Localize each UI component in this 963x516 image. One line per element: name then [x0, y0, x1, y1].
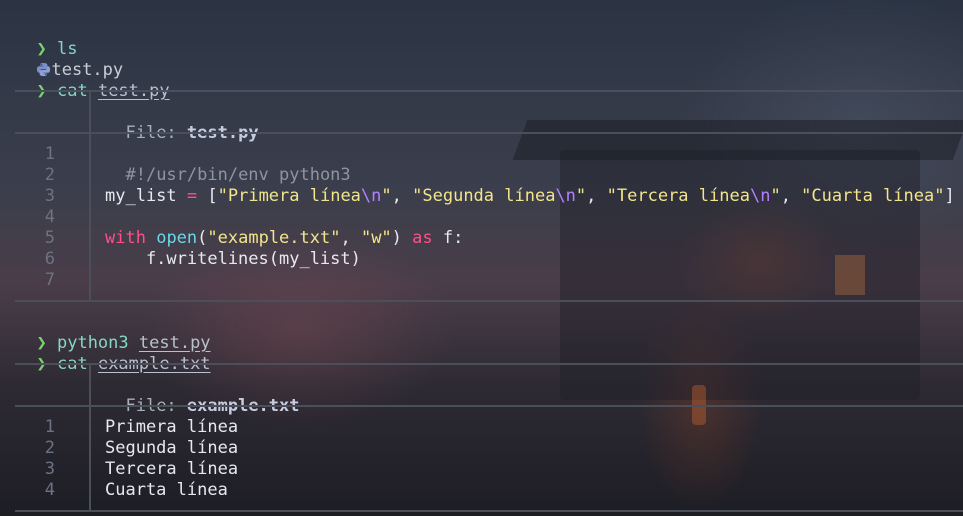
- code-token: [: [197, 186, 218, 206]
- line-number: 7: [44, 270, 55, 290]
- string-token: "Segunda línea: [412, 186, 556, 206]
- string-token: "w": [360, 228, 392, 248]
- command-line-cat-example: ❯ cat example.txt: [16, 333, 210, 374]
- command-line-python3: ❯ python3 test.py: [16, 312, 210, 353]
- code-line-shebang: #!/usr/bin/env python3: [105, 144, 350, 185]
- string-token: ": [381, 186, 392, 206]
- string-token: "Primera línea: [217, 186, 361, 206]
- line-number: 3: [44, 186, 55, 206]
- viewer2-header: File: example.txt: [105, 375, 299, 416]
- viewer2-gutter-divider: [89, 407, 91, 510]
- background-lit-window: [835, 255, 865, 295]
- viewer1-header-rule: [15, 132, 963, 134]
- line-number: 1: [44, 417, 55, 437]
- code-line-writelines: f.writelines(my_list): [105, 249, 361, 270]
- line-number: 6: [44, 249, 55, 269]
- viewer1-header: File: test.py: [105, 102, 258, 143]
- code-token: f.writelines(my_list): [105, 249, 361, 269]
- command-line-ls: ❯ ls: [16, 18, 77, 59]
- file-content-line: Tercera línea: [105, 459, 239, 479]
- line-number: 4: [44, 207, 55, 227]
- string-token: "Cuarta línea": [801, 186, 945, 206]
- code-token: =: [186, 186, 198, 206]
- ls-output-line: test.py: [16, 39, 123, 80]
- viewer1-bottom-rule: [15, 300, 963, 302]
- viewer2-bottom-rule: [15, 510, 963, 512]
- viewer1-gutter-divider: [89, 134, 91, 300]
- builtin-token: open: [156, 228, 198, 248]
- line-number: 2: [44, 438, 55, 458]
- code-token: my_list: [105, 186, 187, 206]
- viewer1-top-rule: [15, 90, 963, 92]
- code-token: ,: [391, 186, 413, 206]
- code-token: ,: [586, 186, 607, 206]
- code-token: (: [197, 228, 208, 248]
- string-token: ": [575, 186, 587, 206]
- code-token: ,: [780, 186, 802, 206]
- shebang-comment: #!/usr/bin/env python3: [125, 165, 351, 185]
- viewer2-top-rule: [15, 363, 963, 365]
- viewer2-header-rule: [15, 405, 963, 407]
- code-token: ): [391, 228, 413, 248]
- line-number: 4: [44, 480, 55, 500]
- keyword-token: as: [412, 228, 433, 248]
- code-token: f:: [432, 228, 464, 248]
- code-token: ,: [340, 228, 361, 248]
- escape-token: \n: [360, 186, 382, 206]
- line-number: 5: [44, 228, 55, 248]
- file-content-line: Segunda línea: [105, 438, 239, 458]
- string-token: "Tercera línea: [606, 186, 750, 206]
- code-line-list: my_list = ["Primera línea\n", "Segunda l…: [105, 186, 955, 207]
- file-content-line: Primera línea: [105, 417, 239, 437]
- keyword-token: with: [105, 228, 146, 248]
- code-line-with: with open("example.txt", "w") as f:: [105, 228, 463, 249]
- viewer2-header-divider: [89, 365, 91, 405]
- line-number: 1: [44, 144, 55, 164]
- background-roof-silhouette: [512, 120, 963, 160]
- viewer1-header-divider: [89, 92, 91, 132]
- escape-token: \n: [749, 186, 771, 206]
- file-content-line: Cuarta línea: [105, 480, 228, 500]
- escape-token: \n: [555, 186, 576, 206]
- code-token: ]: [944, 186, 955, 206]
- string-token: "example.txt": [207, 228, 341, 248]
- command-line-cat-test: ❯ cat test.py: [16, 60, 169, 101]
- line-number: 2: [44, 165, 55, 185]
- string-token: ": [770, 186, 781, 206]
- line-number: 3: [44, 459, 55, 479]
